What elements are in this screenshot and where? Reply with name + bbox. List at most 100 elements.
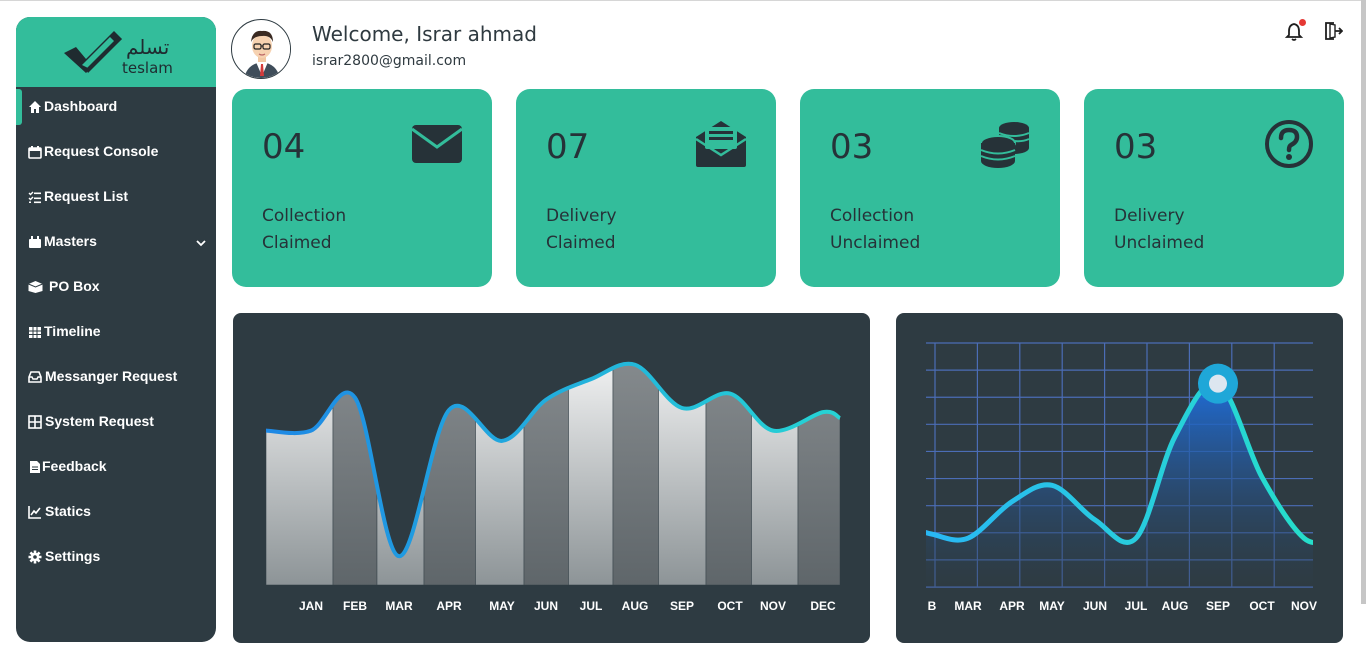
open-envelope-icon bbox=[695, 121, 747, 167]
stat-label-line1: Collection bbox=[830, 206, 915, 226]
stat-label-line2: Unclaimed bbox=[1114, 233, 1205, 253]
chart-svg-1: JAN FEB MAR APR MAY JUN JUL AUG SEP OCT NOV DEC bbox=[265, 361, 841, 613]
x-tick-label: APR bbox=[436, 599, 462, 613]
sidebar-item-label: Request Console bbox=[44, 143, 159, 159]
stat-label-line2: Claimed bbox=[262, 233, 332, 253]
x-tick-label: OCT bbox=[1249, 599, 1275, 613]
sidebar-item-feedback[interactable]: Feedback bbox=[16, 449, 216, 485]
x-tick-label: OCT bbox=[717, 599, 743, 613]
stat-card-collection-claimed[interactable]: 04 Collection Claimed bbox=[232, 89, 492, 287]
envelope-icon bbox=[411, 125, 463, 163]
area-band bbox=[797, 363, 840, 585]
sidebar-item-label: Feedback bbox=[42, 458, 107, 474]
area-band bbox=[705, 363, 752, 585]
sidebar: تسلم teslam Dashboard Request Console Re… bbox=[16, 17, 216, 642]
sidebar-item-label: Messanger Request bbox=[45, 368, 178, 384]
x-tick-label: JUN bbox=[1083, 599, 1107, 613]
sidebar-item-request-list[interactable]: Request List bbox=[16, 179, 216, 215]
chart-svg-2: B MAR APR MAY JUN JUL AUG SEP OCT NOV bbox=[926, 342, 1317, 613]
notification-dot bbox=[1299, 19, 1306, 26]
sidebar-item-messanger-request[interactable]: Messanger Request bbox=[16, 359, 216, 395]
x-tick-label: APR bbox=[999, 599, 1025, 613]
stat-card-collection-unclaimed[interactable]: 03 Collection Unclaimed bbox=[800, 89, 1060, 287]
sidebar-item-settings[interactable]: Settings bbox=[16, 539, 216, 575]
checklist-icon bbox=[28, 191, 41, 204]
coins-icon bbox=[980, 122, 1030, 168]
x-tick-label: MAY bbox=[489, 599, 515, 613]
chevron-down-icon[interactable] bbox=[196, 238, 206, 248]
x-tick-label: B bbox=[928, 599, 937, 613]
stat-card-delivery-claimed[interactable]: 07 Delivery Claimed bbox=[516, 89, 776, 287]
sidebar-item-po-box[interactable]: PO Box bbox=[16, 269, 216, 305]
sidebar-item-label: Request List bbox=[44, 188, 129, 204]
x-tick-label: MAR bbox=[385, 599, 413, 613]
stat-label-line2: Unclaimed bbox=[830, 233, 921, 253]
stat-value: 03 bbox=[830, 127, 874, 167]
x-tick-label: JUL bbox=[1125, 599, 1148, 613]
x-tick-label: FEB bbox=[343, 599, 367, 613]
sidebar-item-dashboard[interactable]: Dashboard bbox=[16, 89, 216, 125]
user-email: israr2800@gmail.com bbox=[312, 53, 467, 69]
area-band bbox=[751, 363, 799, 585]
checkmark-logo-icon bbox=[64, 31, 122, 73]
sidebar-item-label: Statics bbox=[45, 503, 91, 519]
x-tick-label: SEP bbox=[1206, 599, 1230, 613]
welcome-text: Welcome, Israr ahmad bbox=[312, 22, 537, 46]
x-tick-label: JUN bbox=[534, 599, 558, 613]
calendar-icon bbox=[28, 146, 42, 159]
sidebar-item-masters[interactable]: Masters bbox=[16, 224, 216, 260]
area-band bbox=[376, 363, 425, 585]
x-tick-label: JAN bbox=[299, 599, 323, 613]
stat-value: 04 bbox=[262, 127, 306, 167]
area-band bbox=[475, 363, 525, 585]
stat-label-line1: Delivery bbox=[546, 206, 617, 226]
brand-logo[interactable]: تسلم teslam bbox=[16, 17, 216, 87]
sidebar-item-request-console[interactable]: Request Console bbox=[16, 134, 216, 170]
peak-marker bbox=[1209, 374, 1227, 393]
inbox-icon bbox=[28, 371, 42, 383]
sidebar-item-label: Settings bbox=[45, 548, 101, 564]
masters-icon bbox=[29, 236, 41, 248]
gear-icon bbox=[28, 550, 42, 564]
document-icon bbox=[30, 461, 40, 473]
line-chart-icon bbox=[28, 506, 41, 519]
logout-icon[interactable] bbox=[1323, 21, 1343, 41]
peak-line-chart: B MAR APR MAY JUN JUL AUG SEP OCT NOV bbox=[896, 313, 1343, 643]
box-icon bbox=[28, 281, 43, 293]
sidebar-item-label: Timeline bbox=[44, 323, 101, 339]
user-avatar-illustration bbox=[233, 21, 290, 78]
stat-label-line1: Collection bbox=[262, 206, 347, 226]
home-icon bbox=[29, 101, 41, 113]
avatar[interactable] bbox=[231, 19, 291, 79]
stat-label-line1: Delivery bbox=[1114, 206, 1185, 226]
x-tick-label: MAY bbox=[1039, 599, 1065, 613]
area-band bbox=[658, 363, 707, 585]
x-tick-label: DEC bbox=[810, 599, 836, 613]
x-tick-label: NOV bbox=[1291, 599, 1317, 613]
brand-arabic: تسلم bbox=[126, 35, 170, 59]
stat-card-delivery-unclaimed[interactable]: 03 Delivery Unclaimed bbox=[1084, 89, 1344, 287]
top-border bbox=[0, 0, 1366, 1]
x-tick-label: AUG bbox=[622, 599, 649, 613]
x-tick-label: JUL bbox=[580, 599, 603, 613]
stat-label-line2: Claimed bbox=[546, 233, 616, 253]
brand-latin: teslam bbox=[122, 59, 173, 77]
x-tick-label: AUG bbox=[1162, 599, 1189, 613]
grid-icon bbox=[28, 415, 42, 429]
sidebar-item-timeline[interactable]: Timeline bbox=[16, 314, 216, 350]
sidebar-item-label: PO Box bbox=[49, 278, 100, 294]
sidebar-item-system-request[interactable]: System Request bbox=[16, 404, 216, 440]
table-calendar-icon bbox=[29, 327, 41, 338]
area-band bbox=[568, 363, 614, 585]
page-scrollbar-thumb[interactable] bbox=[1361, 0, 1366, 604]
question-circle-icon bbox=[1265, 120, 1313, 168]
x-tick-label: SEP bbox=[670, 599, 694, 613]
stat-value: 03 bbox=[1114, 127, 1158, 167]
sidebar-item-statics[interactable]: Statics bbox=[16, 494, 216, 530]
sidebar-item-label: Masters bbox=[44, 233, 97, 249]
monthly-area-chart: JAN FEB MAR APR MAY JUN JUL AUG SEP OCT NOV DEC bbox=[233, 313, 870, 643]
area-band bbox=[266, 363, 334, 585]
stat-value: 07 bbox=[546, 127, 590, 167]
x-tick-label: NOV bbox=[760, 599, 786, 613]
area-band bbox=[523, 363, 569, 585]
